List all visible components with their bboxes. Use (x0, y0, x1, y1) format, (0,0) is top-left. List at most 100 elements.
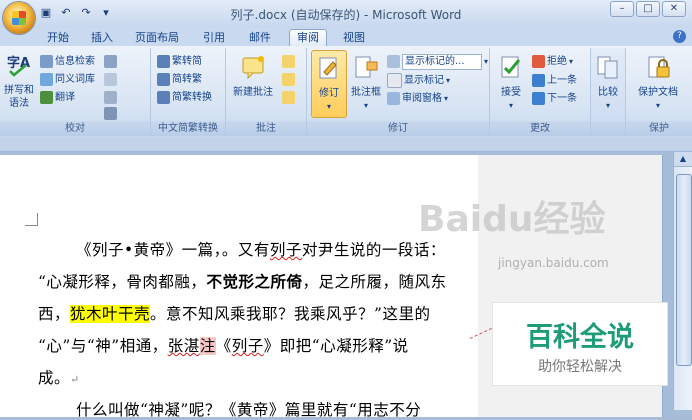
accept-dropdown-icon: ▾ (508, 101, 513, 110)
document-line: 什么叫做“神凝”呢？《黄帝》篇里就有“用志不分 (76, 398, 421, 420)
document-line: 《列子•黄帝》一篇，。又有列子对尹生说的一段话： (76, 238, 446, 260)
reviewing-pane-label: 审阅窗格 (402, 93, 442, 104)
minimize-button[interactable]: – (610, 1, 634, 17)
restore-button[interactable]: □ (636, 1, 660, 17)
compare-button[interactable]: 比较 ▾ (593, 54, 623, 112)
commented-text: 注 (199, 337, 216, 355)
thesaurus-button[interactable]: 同义词库 (40, 72, 95, 87)
badge-subtitle: 助你轻松解决 (538, 359, 622, 375)
set-language-button[interactable] (104, 90, 117, 105)
margin-corner-mark (25, 213, 38, 226)
to-simplified-button[interactable]: 繁转简 (157, 54, 202, 69)
document-line: “心凝形释，骨肉都融，不觉形之所倚，足之所履，随风东 (38, 270, 446, 292)
to-traditional-label: 简转繁 (172, 74, 202, 85)
text-run: 》即把“心凝形释”说 (263, 337, 409, 355)
text-run: 。意不知风乘我耶？我乘风乎？”这里的 (150, 305, 431, 323)
language-button[interactable] (104, 72, 117, 87)
show-markup-button[interactable]: 显示标记 ▾ (387, 73, 450, 88)
next-comment-button[interactable] (282, 90, 295, 105)
group-comments: 新建批注 批注 (226, 48, 307, 136)
tab-insert[interactable]: 插入 (84, 30, 120, 46)
spelling-grammar-button[interactable]: 字A 拼写和 语法 (2, 52, 36, 110)
track-changes-label: 修订 (319, 88, 339, 99)
protect-document-button[interactable]: 保护文档 ▾ (630, 54, 686, 112)
close-button[interactable]: ✕ (662, 1, 686, 17)
text-run: 不觉形之所倚 (206, 272, 303, 291)
spelling-icon: 字A (7, 55, 30, 77)
translate-icon (40, 91, 53, 104)
group-label-compare (591, 121, 625, 136)
tab-page-layout[interactable]: 页面布局 (128, 30, 186, 46)
convert-button[interactable]: 简繁转换 (157, 90, 212, 105)
show-markup-icon (387, 73, 402, 88)
vertical-scrollbar[interactable]: ▲ (673, 152, 692, 410)
new-comment-button[interactable]: 新建批注 (230, 54, 276, 99)
reviewing-pane-button[interactable]: 审阅窗格 ▾ (387, 91, 448, 106)
protect-dropdown-icon: ▾ (655, 101, 660, 110)
tab-view[interactable]: 视图 (336, 30, 372, 46)
group-label-changes: 更改 (490, 121, 590, 136)
display-for-review-select[interactable]: 显示标记的... (402, 53, 482, 70)
translate-button[interactable]: 翻译 (40, 90, 75, 105)
ruler-bar (0, 138, 692, 152)
previous-change-button[interactable]: 上一条 (532, 73, 577, 88)
text-run: 什么叫做“神凝”呢？《黄帝》篇里就有“用志不分 (76, 401, 422, 419)
compare-icon (597, 56, 618, 79)
delete-comment-button[interactable] (282, 54, 295, 69)
abc-icon (104, 91, 117, 104)
next-change-label: 下一条 (547, 93, 577, 104)
research-label: 信息检索 (55, 56, 95, 67)
text-run: 对尹生说的一段话： (301, 241, 446, 259)
window-title: 列子.docx (自动保存的) - Microsoft Word (230, 8, 462, 22)
group-label-chinese: 中文简繁转换 (151, 121, 225, 136)
ribbon: 字A 拼写和 语法 信息检索 同义词库 翻译 校对 繁转简 简转繁 简繁转换 中… (0, 46, 692, 139)
baidu-watermark: Baidu经验 (418, 199, 606, 240)
text-run: “心凝形释，骨肉都融， (38, 273, 207, 291)
group-proofing: 字A 拼写和 语法 信息检索 同义词库 翻译 校对 (0, 48, 151, 136)
track-changes-button[interactable]: 修订 ▾ (311, 50, 347, 118)
document-line: “心”与“神”相通，张湛注《列子》即把“心凝形释”说 (38, 334, 409, 356)
baike-badge: 百科全说 助你轻松解决 (492, 302, 668, 386)
tab-mailings[interactable]: 邮件 (242, 30, 278, 46)
text-run: 成。 (38, 369, 71, 387)
reject-button[interactable]: 拒绝 ▾ (532, 54, 573, 69)
help-icon[interactable]: ? (673, 30, 686, 43)
display-review-chevron-down-icon: ▾ (484, 57, 489, 66)
group-compare: 比较 ▾ (591, 48, 626, 136)
show-markup-label: 显示标记 (404, 75, 444, 86)
scroll-up-icon[interactable]: ▲ (674, 152, 692, 167)
research-button[interactable]: 信息检索 (40, 54, 95, 69)
text-run: 张湛 (167, 337, 200, 355)
lock-icon (648, 56, 670, 78)
protect-document-label: 保护文档 (638, 87, 678, 98)
to-traditional-button[interactable]: 简转繁 (157, 72, 202, 87)
next-change-button[interactable]: 下一条 (532, 91, 577, 106)
word-count-button[interactable] (104, 54, 117, 69)
language-icon (104, 73, 117, 86)
group-chinese-conversion: 繁转简 简转繁 简繁转换 中文简繁转换 (151, 48, 226, 136)
group-label-tracking: 修订 (307, 121, 489, 136)
reviewing-pane-chevron-down-icon: ▾ (444, 94, 449, 103)
tab-references[interactable]: 引用 (196, 30, 232, 46)
traditional-icon (157, 73, 170, 86)
display-review-icon (387, 55, 400, 68)
watermark-url: jingyan.baidu.com (498, 256, 609, 270)
tab-home[interactable]: 开始 (40, 30, 76, 46)
spell-options-button[interactable] (104, 106, 117, 121)
next-change-icon (532, 92, 545, 105)
text-run: 列子 (231, 337, 264, 355)
text-run: “心”与“神”相通， (38, 337, 168, 355)
scroll-thumb[interactable] (676, 174, 692, 366)
ribbon-tabs: 开始 插入 页面布局 引用 邮件 审阅 视图 (0, 28, 692, 46)
window-controls: – □ ✕ (610, 1, 686, 17)
balloons-dropdown-icon: ▾ (363, 101, 368, 110)
accept-button[interactable]: 接受 ▾ (494, 54, 528, 112)
convert-label: 简繁转换 (172, 92, 212, 103)
text-run: 《列子•黄帝》一篇，。又有 (76, 241, 270, 259)
office-button[interactable] (3, 2, 35, 34)
text-run: 列子 (269, 241, 302, 259)
previous-comment-button[interactable] (282, 72, 295, 87)
display-for-review-dropdown[interactable]: 显示标记的... ▾ (387, 53, 489, 70)
balloons-button[interactable]: 批注框 ▾ (349, 54, 383, 112)
tab-review[interactable]: 审阅 (289, 29, 327, 46)
